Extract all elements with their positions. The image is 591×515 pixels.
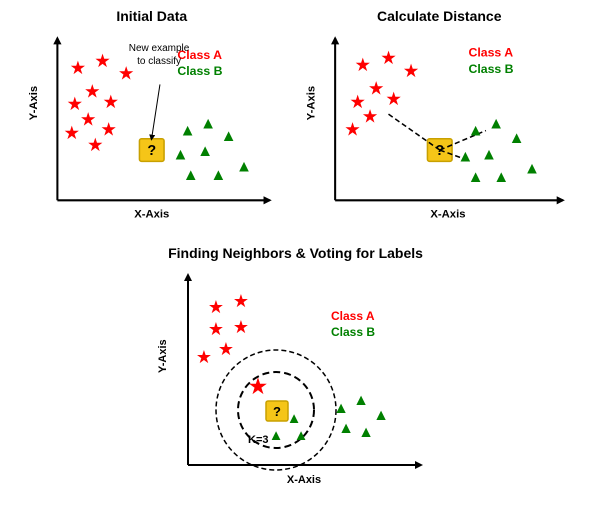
svg-text:★: ★ [94,50,111,71]
svg-text:★: ★ [80,108,97,129]
svg-text:▲: ▲ [333,400,349,417]
svg-text:Y-Axis: Y-Axis [157,340,169,374]
svg-text:Class B: Class B [331,325,375,339]
svg-text:Class A: Class A [468,46,513,60]
svg-text:▲: ▲ [467,168,483,186]
svg-text:?: ? [273,404,281,419]
svg-text:Class A: Class A [331,309,375,323]
svg-text:▲: ▲ [293,427,308,444]
svg-text:★: ★ [402,60,419,81]
svg-neighbors: Y-Axis X-Axis ★ ★ ★ ★ ★ ★ ★ K=3 [146,265,446,495]
chart-calculate: Y-Axis X-Axis ★ ★ ★ ★ ★ ★ ★ ★ ? [296,28,584,228]
chart-initial: New exampleto classify Y-Axis X-Axis ★ ★ [8,28,296,228]
svg-text:▲: ▲ [286,410,301,427]
svg-text:▲: ▲ [508,129,524,147]
svg-text:★: ★ [380,47,397,68]
panel-title-neighbors: Finding Neighbors & Voting for Labels [146,245,446,261]
svg-text:★: ★ [70,57,87,78]
svg-text:★: ★ [195,347,211,367]
svg-text:★: ★ [207,297,223,317]
svg-text:▲: ▲ [358,424,374,441]
svg-text:▲: ▲ [353,392,369,409]
svg-text:▲: ▲ [480,145,496,163]
svg-calculate: Y-Axis X-Axis ★ ★ ★ ★ ★ ★ ★ ★ ? [296,28,584,228]
svg-text:K=3: K=3 [248,434,269,446]
svg-text:X-Axis: X-Axis [134,209,169,221]
svg-text:▲: ▲ [210,166,226,184]
chart-neighbors: Y-Axis X-Axis ★ ★ ★ ★ ★ ★ ★ K=3 [146,265,446,495]
svg-text:▲: ▲ [373,407,389,424]
panel-initial-data: Initial Data New exampleto classify Y-Ax… [8,8,296,245]
top-row: Initial Data New exampleto classify Y-Ax… [8,8,583,245]
svg-text:★: ★ [354,54,371,75]
svg-text:▲: ▲ [467,122,483,140]
svg-text:▲: ▲ [200,115,216,133]
svg-text:★: ★ [63,122,80,143]
svg-text:X-Axis: X-Axis [430,209,465,221]
svg-text:▲: ▲ [183,166,199,184]
svg-text:▲: ▲ [268,427,283,444]
panel-title-initial: Initial Data [8,8,296,24]
svg-text:▲: ▲ [236,158,252,176]
svg-text:★: ★ [385,88,402,109]
svg-text:X-Axis: X-Axis [286,474,320,486]
panel-title-calculate: Calculate Distance [296,8,584,24]
svg-text:?: ? [147,143,156,159]
svg-text:★: ★ [84,81,101,102]
svg-text:▲: ▲ [493,168,509,186]
bottom-row: Finding Neighbors & Voting for Labels Y-… [8,245,583,507]
panel-calculate: Calculate Distance Y-Axis X-Axis ★ ★ ★ ★… [296,8,584,245]
svg-text:Y-Axis: Y-Axis [28,86,40,120]
svg-text:★: ★ [361,105,378,126]
svg-text:Class B: Class B [468,62,513,76]
svg-text:▲: ▲ [221,127,237,145]
annotation-initial: New exampleto classify [129,42,190,68]
svg-text:▲: ▲ [180,122,196,140]
svg-text:▲: ▲ [197,142,213,160]
svg-text:★: ★ [344,119,361,140]
svg-text:▲: ▲ [488,115,504,133]
svg-text:★: ★ [249,376,267,398]
svg-text:▲: ▲ [338,420,354,437]
panel-neighbors: Finding Neighbors & Voting for Labels Y-… [146,245,446,507]
svg-text:★: ★ [207,319,223,339]
svg-text:★: ★ [87,134,104,155]
svg-text:▲: ▲ [457,147,473,165]
svg-text:★: ★ [232,291,248,311]
svg-text:★: ★ [367,78,384,99]
svg-text:★: ★ [217,339,233,359]
main-container: Initial Data New exampleto classify Y-Ax… [0,0,591,515]
svg-text:▲: ▲ [172,145,188,163]
svg-text:★: ★ [102,91,119,112]
svg-text:★: ★ [232,317,248,337]
svg-text:Y-Axis: Y-Axis [305,86,317,120]
svg-text:▲: ▲ [523,160,539,178]
